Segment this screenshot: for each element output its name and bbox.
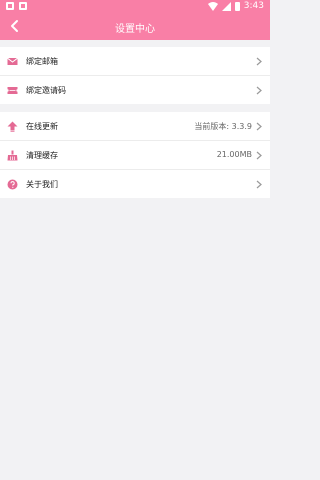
notification-icon: [6, 2, 14, 10]
current-version-value: 当前版本: 3.3.9: [194, 122, 252, 131]
bind-invite-code-label: 绑定邀请码: [26, 86, 66, 95]
status-bar: 3:43: [0, 0, 270, 13]
clear-cache-label: 清理缓存: [26, 151, 58, 160]
status-time: 3:43: [243, 1, 264, 11]
bind-email-label: 绑定邮箱: [26, 57, 58, 66]
chevron-right-icon: [256, 86, 262, 95]
online-update-row[interactable]: 在线更新 当前版本: 3.3.9: [0, 112, 270, 141]
chevron-right-icon: [256, 57, 262, 66]
signal-icon: [221, 1, 231, 11]
wifi-icon: [207, 1, 218, 11]
bind-invite-code-row[interactable]: 绑定邀请码: [0, 76, 270, 104]
chevron-right-icon: [256, 151, 262, 160]
app-header: 设置中心: [0, 13, 270, 40]
ticket-icon: [7, 87, 18, 94]
clear-cache-row[interactable]: 清理缓存 21.00MB: [0, 141, 270, 170]
account-settings-group: 绑定邮箱 绑定邀请码: [0, 47, 270, 104]
about-us-row[interactable]: 关于我们: [0, 170, 270, 198]
chevron-right-icon: [256, 180, 262, 189]
battery-icon: [234, 1, 240, 11]
bind-email-row[interactable]: 绑定邮箱: [0, 47, 270, 76]
upload-icon: [7, 121, 18, 132]
cache-size-value: 21.00MB: [216, 150, 252, 159]
notification-icon: [19, 2, 27, 10]
app-settings-group: 在线更新 当前版本: 3.3.9 清理缓存 21.00MB 关于我们: [0, 112, 270, 198]
page-title: 设置中心: [115, 24, 155, 35]
help-icon: [7, 179, 18, 190]
mail-icon: [7, 57, 18, 65]
chevron-right-icon: [256, 122, 262, 131]
online-update-label: 在线更新: [26, 122, 58, 131]
about-us-label: 关于我们: [26, 180, 58, 189]
broom-icon: [7, 150, 18, 161]
